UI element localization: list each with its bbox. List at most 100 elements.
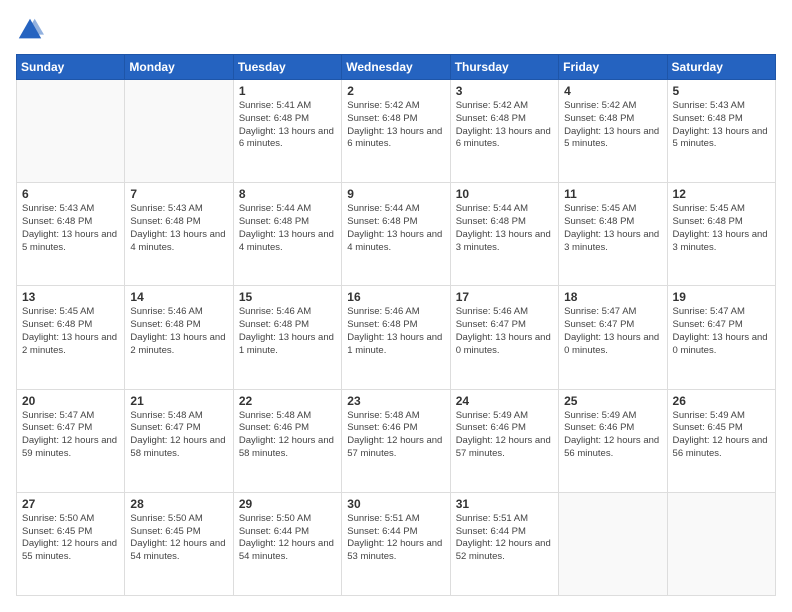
- day-number: 19: [673, 290, 770, 304]
- cal-cell: 14 Sunrise: 5:46 AM Sunset: 6:48 PM Dayli…: [125, 286, 233, 389]
- col-header-saturday: Saturday: [667, 55, 775, 80]
- day-info: Sunrise: 5:46 AM Sunset: 6:48 PM Dayligh…: [347, 306, 444, 357]
- day-info: Sunrise: 5:46 AM Sunset: 6:47 PM Dayligh…: [456, 306, 553, 357]
- day-info: Sunrise: 5:51 AM Sunset: 6:44 PM Dayligh…: [347, 513, 444, 564]
- day-number: 11: [564, 187, 661, 201]
- day-info: Sunrise: 5:49 AM Sunset: 6:46 PM Dayligh…: [456, 410, 553, 461]
- cal-cell: 12 Sunrise: 5:45 AM Sunset: 6:48 PM Dayli…: [667, 183, 775, 286]
- cal-cell: 28 Sunrise: 5:50 AM Sunset: 6:45 PM Dayli…: [125, 492, 233, 595]
- cal-cell: 15Sunrise: 5:46 AM Sunset: 6:48 PM Dayli…: [233, 286, 341, 389]
- cal-cell: 31 Sunrise: 5:51 AM Sunset: 6:44 PM Dayli…: [450, 492, 558, 595]
- day-info: Sunrise: 5:47 AM Sunset: 6:47 PM Dayligh…: [673, 306, 770, 357]
- day-number: 27: [22, 497, 119, 511]
- day-info: Sunrise: 5:50 AM Sunset: 6:45 PM Dayligh…: [130, 513, 227, 564]
- day-number: 18: [564, 290, 661, 304]
- day-number: 12: [673, 187, 770, 201]
- cal-cell: 17 Sunrise: 5:46 AM Sunset: 6:47 PM Dayli…: [450, 286, 558, 389]
- cal-cell: 22 Sunrise: 5:48 AM Sunset: 6:46 PM Dayli…: [233, 389, 341, 492]
- day-number: 22: [239, 394, 336, 408]
- cal-cell: 11 Sunrise: 5:45 AM Sunset: 6:48 PM Dayli…: [559, 183, 667, 286]
- day-number: 20: [22, 394, 119, 408]
- day-info: Sunrise: 5:48 AM Sunset: 6:46 PM Dayligh…: [347, 410, 444, 461]
- day-number: 6: [22, 187, 119, 201]
- cal-cell: 3 Sunrise: 5:42 AM Sunset: 6:48 PM Daylig…: [450, 80, 558, 183]
- cal-cell: 19 Sunrise: 5:47 AM Sunset: 6:47 PM Dayli…: [667, 286, 775, 389]
- logo: [16, 16, 48, 44]
- day-info: Sunrise: 5:42 AM Sunset: 6:48 PM Dayligh…: [347, 100, 444, 151]
- cal-cell: 29Sunrise: 5:50 AM Sunset: 6:44 PM Dayli…: [233, 492, 341, 595]
- day-number: 9: [347, 187, 444, 201]
- cal-cell: [17, 80, 125, 183]
- day-number: 29: [239, 497, 336, 511]
- day-info: Sunrise: 5:41 AM Sunset: 6:48 PM Dayligh…: [239, 100, 336, 151]
- cal-cell: 18 Sunrise: 5:47 AM Sunset: 6:47 PM Dayli…: [559, 286, 667, 389]
- cal-cell: 26 Sunrise: 5:49 AM Sunset: 6:45 PM Dayli…: [667, 389, 775, 492]
- cal-cell: 8 Sunrise: 5:44 AM Sunset: 6:48 PM Daylig…: [233, 183, 341, 286]
- cal-cell: 20 Sunrise: 5:47 AM Sunset: 6:47 PM Dayli…: [17, 389, 125, 492]
- day-info: Sunrise: 5:50 AM Sunset: 6:45 PM Dayligh…: [22, 513, 119, 564]
- cal-cell: 1 Sunrise: 5:41 AM Sunset: 6:48 PM Daylig…: [233, 80, 341, 183]
- cal-cell: 27 Sunrise: 5:50 AM Sunset: 6:45 PM Dayli…: [17, 492, 125, 595]
- cal-cell: 24 Sunrise: 5:49 AM Sunset: 6:46 PM Dayli…: [450, 389, 558, 492]
- col-header-friday: Friday: [559, 55, 667, 80]
- day-info: Sunrise: 5:45 AM Sunset: 6:48 PM Dayligh…: [22, 306, 119, 357]
- day-info: Sunrise: 5:44 AM Sunset: 6:48 PM Dayligh…: [347, 203, 444, 254]
- day-info: Sunrise: 5:42 AM Sunset: 6:48 PM Dayligh…: [564, 100, 661, 151]
- day-number: 1: [239, 84, 336, 98]
- cal-cell: 10 Sunrise: 5:44 AM Sunset: 6:48 PM Dayli…: [450, 183, 558, 286]
- cal-cell: 7 Sunrise: 5:43 AM Sunset: 6:48 PM Daylig…: [125, 183, 233, 286]
- day-info: Sunrise: 5:43 AM Sunset: 6:48 PM Dayligh…: [22, 203, 119, 254]
- day-info: Sunrise: 5:44 AM Sunset: 6:48 PM Dayligh…: [239, 203, 336, 254]
- day-number: 16: [347, 290, 444, 304]
- day-number: 26: [673, 394, 770, 408]
- day-number: 31: [456, 497, 553, 511]
- day-number: 30: [347, 497, 444, 511]
- cal-cell: [667, 492, 775, 595]
- day-number: 14: [130, 290, 227, 304]
- cal-cell: 21 Sunrise: 5:48 AM Sunset: 6:47 PM Dayli…: [125, 389, 233, 492]
- cal-cell: 16 Sunrise: 5:46 AM Sunset: 6:48 PM Dayli…: [342, 286, 450, 389]
- day-number: 10: [456, 187, 553, 201]
- day-info: Sunrise: 5:46 AM Sunset: 6:48 PM Dayligh…: [239, 306, 336, 357]
- day-number: 13: [22, 290, 119, 304]
- day-number: 2: [347, 84, 444, 98]
- day-info: Sunrise: 5:43 AM Sunset: 6:48 PM Dayligh…: [130, 203, 227, 254]
- col-header-thursday: Thursday: [450, 55, 558, 80]
- page: SundayMondayTuesdayWednesdayThursdayFrid…: [0, 0, 792, 612]
- day-number: 8: [239, 187, 336, 201]
- day-number: 23: [347, 394, 444, 408]
- day-number: 24: [456, 394, 553, 408]
- day-number: 7: [130, 187, 227, 201]
- cal-cell: [559, 492, 667, 595]
- cal-cell: 25Sunrise: 5:49 AM Sunset: 6:46 PM Dayli…: [559, 389, 667, 492]
- day-info: Sunrise: 5:45 AM Sunset: 6:48 PM Dayligh…: [564, 203, 661, 254]
- cal-cell: 23 Sunrise: 5:48 AM Sunset: 6:46 PM Dayli…: [342, 389, 450, 492]
- day-info: Sunrise: 5:42 AM Sunset: 6:48 PM Dayligh…: [456, 100, 553, 151]
- day-info: Sunrise: 5:48 AM Sunset: 6:47 PM Dayligh…: [130, 410, 227, 461]
- cal-cell: 4 Sunrise: 5:42 AM Sunset: 6:48 PM Daylig…: [559, 80, 667, 183]
- col-header-tuesday: Tuesday: [233, 55, 341, 80]
- cal-cell: 6 Sunrise: 5:43 AM Sunset: 6:48 PM Daylig…: [17, 183, 125, 286]
- day-number: 4: [564, 84, 661, 98]
- day-number: 17: [456, 290, 553, 304]
- cal-cell: 30 Sunrise: 5:51 AM Sunset: 6:44 PM Dayli…: [342, 492, 450, 595]
- day-info: Sunrise: 5:49 AM Sunset: 6:45 PM Dayligh…: [673, 410, 770, 461]
- header: [16, 16, 776, 44]
- day-info: Sunrise: 5:45 AM Sunset: 6:48 PM Dayligh…: [673, 203, 770, 254]
- day-info: Sunrise: 5:48 AM Sunset: 6:46 PM Dayligh…: [239, 410, 336, 461]
- col-header-monday: Monday: [125, 55, 233, 80]
- day-info: Sunrise: 5:43 AM Sunset: 6:48 PM Dayligh…: [673, 100, 770, 151]
- day-info: Sunrise: 5:46 AM Sunset: 6:48 PM Dayligh…: [130, 306, 227, 357]
- day-info: Sunrise: 5:47 AM Sunset: 6:47 PM Dayligh…: [22, 410, 119, 461]
- day-number: 21: [130, 394, 227, 408]
- day-info: Sunrise: 5:47 AM Sunset: 6:47 PM Dayligh…: [564, 306, 661, 357]
- cal-cell: 2 Sunrise: 5:42 AM Sunset: 6:48 PM Daylig…: [342, 80, 450, 183]
- day-info: Sunrise: 5:51 AM Sunset: 6:44 PM Dayligh…: [456, 513, 553, 564]
- day-info: Sunrise: 5:49 AM Sunset: 6:46 PM Dayligh…: [564, 410, 661, 461]
- day-number: 5: [673, 84, 770, 98]
- day-number: 3: [456, 84, 553, 98]
- cal-cell: 5 Sunrise: 5:43 AM Sunset: 6:48 PM Daylig…: [667, 80, 775, 183]
- day-info: Sunrise: 5:44 AM Sunset: 6:48 PM Dayligh…: [456, 203, 553, 254]
- day-number: 28: [130, 497, 227, 511]
- cal-cell: 9 Sunrise: 5:44 AM Sunset: 6:48 PM Daylig…: [342, 183, 450, 286]
